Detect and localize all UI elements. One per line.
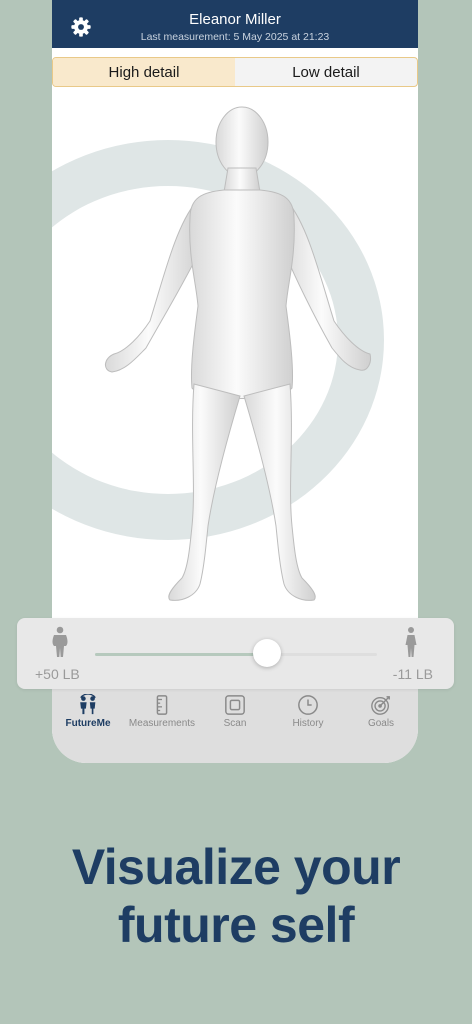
tab-scan[interactable]: Scan bbox=[200, 694, 270, 729]
weight-loss-label: -11 LB bbox=[392, 666, 433, 682]
bottom-tab-bar: FutureMe Measurements Scan History Goals bbox=[52, 688, 418, 763]
avatar-stage[interactable] bbox=[52, 86, 418, 618]
user-name: Eleanor Miller bbox=[189, 11, 281, 28]
weight-slider-fill bbox=[95, 653, 268, 656]
futureme-icon bbox=[80, 694, 96, 715]
ruler-icon bbox=[156, 695, 168, 715]
tab-label: Measurements bbox=[128, 718, 196, 729]
slimmer-person-icon bbox=[405, 627, 417, 657]
body-avatar-3d bbox=[105, 106, 371, 601]
tab-history[interactable]: History bbox=[273, 694, 343, 729]
tab-label: FutureMe bbox=[65, 718, 111, 729]
clock-icon bbox=[298, 695, 318, 715]
headline-line-1: Visualize your bbox=[71, 839, 401, 895]
tab-label: Scan bbox=[223, 718, 247, 729]
tab-label: History bbox=[292, 718, 324, 729]
tab-goals[interactable]: Goals bbox=[346, 694, 416, 729]
detail-segmented-control: High detail Low detail bbox=[52, 57, 418, 87]
weight-slider-thumb[interactable] bbox=[253, 639, 282, 667]
weight-gain-label: +50 LB bbox=[35, 666, 80, 682]
app-header: Eleanor Miller Last measurement: 5 May 2… bbox=[52, 0, 418, 48]
tab-futureme[interactable]: FutureMe bbox=[53, 694, 123, 729]
weight-slider-panel: +50 LB -11 LB bbox=[17, 618, 454, 689]
last-measurement-date: Last measurement: 5 May 2025 at 21:23 bbox=[140, 31, 330, 43]
target-icon bbox=[371, 696, 390, 715]
tab-measurements[interactable]: Measurements bbox=[127, 694, 197, 729]
heavier-person-icon bbox=[52, 626, 68, 657]
low-detail-option[interactable]: Low detail bbox=[235, 58, 417, 86]
weight-slider-track[interactable] bbox=[95, 653, 377, 656]
high-detail-option[interactable]: High detail bbox=[53, 58, 235, 86]
headline-line-2: future self bbox=[117, 897, 355, 953]
scan-icon bbox=[225, 695, 245, 715]
tab-label: Goals bbox=[367, 718, 395, 729]
app-screenshot: { "header": { "user_name": "Eleanor Mill… bbox=[0, 0, 472, 1024]
